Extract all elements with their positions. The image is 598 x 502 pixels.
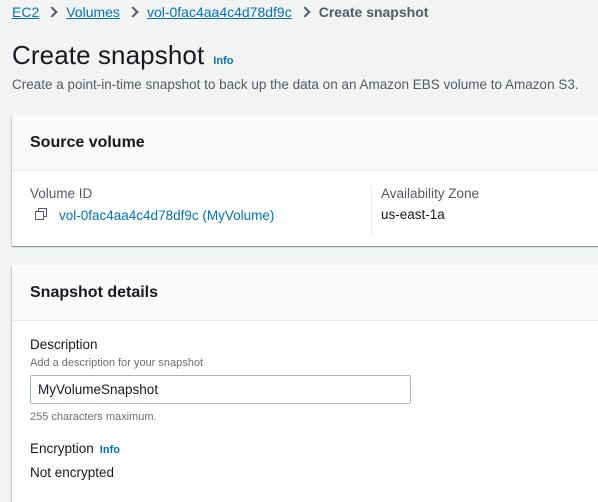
availability-zone-value: us-east-1a: [381, 207, 445, 222]
page-description: Create a point-in-time snapshot to back …: [12, 77, 579, 92]
volume-id-row: vol-0fac4aa4c4d78df9c (MyVolume): [30, 207, 274, 223]
encryption-label: Encryption: [30, 441, 94, 456]
description-label: Description: [30, 337, 98, 352]
breadcrumb: EC2 Volumes vol-0fac4aa4c4d78df9c Create…: [12, 3, 428, 21]
snapshot-details-panel: Snapshot details Description Add a descr…: [12, 265, 598, 502]
page-header: Create snapshot Info: [12, 40, 233, 71]
encryption-info-link[interactable]: Info: [100, 444, 120, 456]
source-volume-title: Source volume: [30, 133, 145, 151]
copy-icon[interactable]: [34, 207, 50, 223]
page-info-link[interactable]: Info: [213, 55, 233, 67]
chevron-right-icon: [299, 6, 311, 18]
breadcrumb-ec2[interactable]: EC2: [12, 4, 39, 20]
source-volume-header: Source volume: [12, 115, 598, 171]
encryption-value: Not encrypted: [30, 465, 115, 480]
snapshot-details-title: Snapshot details: [30, 283, 159, 301]
description-input[interactable]: [30, 375, 411, 404]
encryption-label-row: Encryption Info: [30, 441, 120, 456]
availability-zone-label: Availability Zone: [381, 186, 480, 201]
volume-id-link[interactable]: vol-0fac4aa4c4d78df9c (MyVolume): [59, 208, 274, 223]
page-title: Create snapshot: [12, 40, 205, 70]
breadcrumb-volumes[interactable]: Volumes: [66, 4, 120, 20]
source-volume-body: Volume ID vol-0fac4aa4c4d78df9c (MyVolum…: [12, 171, 598, 246]
column-divider: [371, 185, 372, 237]
volume-id-field: Volume ID vol-0fac4aa4c4d78df9c (MyVolum…: [30, 186, 274, 223]
chevron-right-icon: [127, 6, 139, 18]
snapshot-details-header: Snapshot details: [12, 265, 598, 321]
breadcrumb-volume-id[interactable]: vol-0fac4aa4c4d78df9c: [147, 4, 292, 20]
volume-id-label: Volume ID: [30, 186, 93, 201]
description-constraint: 255 characters maximum.: [30, 411, 157, 423]
description-hint: Add a description for your snapshot: [30, 357, 204, 369]
breadcrumb-current: Create snapshot: [318, 4, 429, 20]
page: EC2 Volumes vol-0fac4aa4c4d78df9c Create…: [0, 0, 598, 502]
availability-zone-field: Availability Zone us-east-1a: [381, 186, 479, 222]
chevron-right-icon: [46, 6, 58, 18]
source-volume-panel: Source volume Volume ID vol-0fac4aa4c4d7…: [12, 115, 598, 246]
